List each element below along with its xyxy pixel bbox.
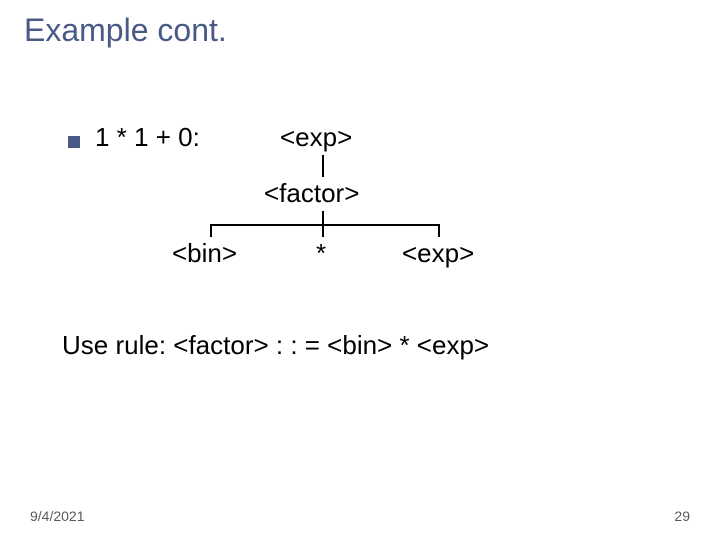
page-number: 29 — [674, 508, 690, 524]
rule-text: Use rule: <factor> : : = <bin> * <exp> — [62, 330, 489, 361]
expression-label: 1 * 1 + 0: — [95, 122, 200, 153]
tree-node-exp-root: <exp> — [280, 122, 352, 153]
tree-node-star: * — [316, 238, 326, 269]
tree-edge — [210, 224, 212, 237]
slide: Example cont. 1 * 1 + 0: <exp> <factor> … — [0, 0, 720, 540]
slide-title: Example cont. — [24, 12, 227, 49]
tree-edge — [210, 224, 440, 226]
tree-edge — [322, 211, 324, 224]
tree-node-factor: <factor> — [264, 178, 359, 209]
tree-edge — [322, 224, 324, 237]
tree-node-bin: <bin> — [172, 238, 237, 269]
tree-edge — [438, 224, 440, 237]
tree-node-exp-child: <exp> — [402, 238, 474, 269]
bullet-icon — [68, 136, 80, 148]
footer-date: 9/4/2021 — [30, 508, 85, 524]
tree-edge — [322, 155, 324, 177]
